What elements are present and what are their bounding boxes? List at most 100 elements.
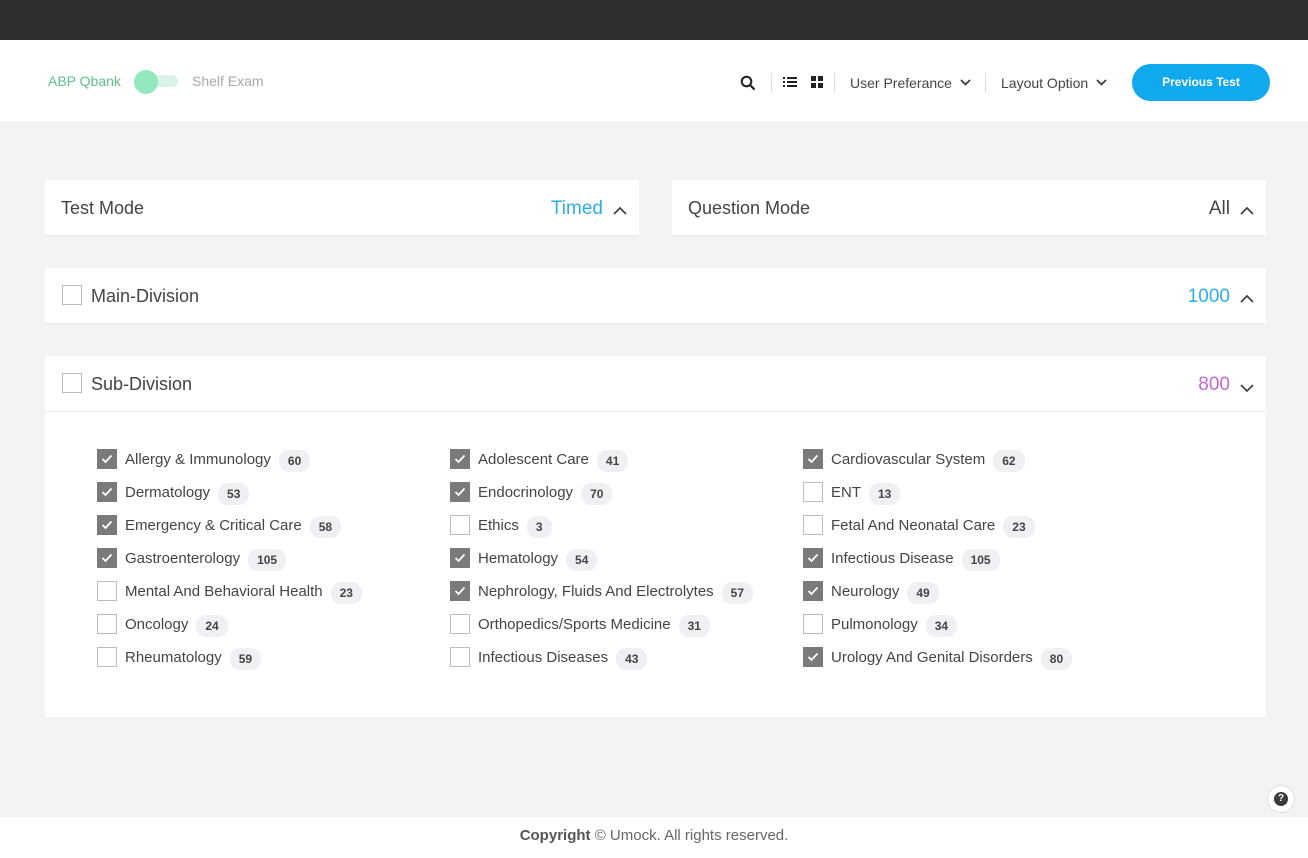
main-division-card[interactable]: Main-Division 1000 [45,268,1266,324]
subdivision-item[interactable]: Pulmonology 34 [803,613,958,637]
subdivision-checkbox[interactable] [97,614,117,634]
main-division-checkbox[interactable] [62,285,82,305]
layout-option-menu[interactable]: Layout Option [1001,73,1107,91]
subdivision-checkbox[interactable] [803,449,823,469]
chevron-down-icon [1096,73,1107,89]
subdivision-checkbox[interactable] [97,449,117,469]
subdivision-checkbox[interactable] [803,482,823,502]
layout-option-label: Layout Option [1001,75,1089,91]
checkmark-icon [101,520,113,530]
divider [834,73,835,93]
subdivision-count-badge: 60 [278,449,311,472]
subdivision-checkbox[interactable] [450,449,470,469]
grid-view-icon[interactable] [811,75,823,93]
subdivision-item[interactable]: Ethics 3 [450,514,552,538]
divider [985,73,986,93]
subdivision-item[interactable]: Nephrology, Fluids And Electrolytes 57 [450,580,754,604]
previous-test-button[interactable]: Previous Test [1132,64,1270,101]
chevron-up-icon[interactable] [613,202,627,220]
header: ABP Qbank Shelf Exam User Preferance Lay… [0,40,1308,121]
subdivision-item[interactable]: Infectious Disease 105 [803,547,1000,571]
subdivision-item[interactable]: ENT 13 [803,481,901,505]
subdivision-item[interactable]: Rheumatology 59 [97,646,262,670]
subdivision-item[interactable]: Infectious Diseases 43 [450,646,648,670]
subdivision-item[interactable]: Urology And Genital Disorders 80 [803,646,1073,670]
checkmark-icon [807,586,819,596]
subdivision-item[interactable]: Oncology 24 [97,613,228,637]
subdivision-checkbox[interactable] [803,515,823,535]
subdivision-label: Infectious Disease [831,549,954,567]
user-preference-menu[interactable]: User Preferance [850,73,971,91]
subdivision-checkbox[interactable] [97,581,117,601]
subdivision-item[interactable]: Emergency & Critical Care 58 [97,514,342,538]
checkmark-icon [807,454,819,464]
subdivision-checkbox[interactable] [803,614,823,634]
subdivision-label: Dermatology [125,483,211,501]
subdivision-item[interactable]: Neurology 49 [803,580,939,604]
subdivision-checkbox[interactable] [97,482,117,502]
subdivision-checkbox[interactable] [97,548,117,568]
subdivision-checkbox[interactable] [450,647,470,667]
chevron-down-icon[interactable] [1240,380,1254,398]
subdivision-count-badge: 3 [526,515,552,538]
checkmark-icon [807,652,819,662]
help-button[interactable]: ? [1267,785,1295,813]
user-preference-label: User Preferance [850,75,952,91]
subdivision-item[interactable]: Adolescent Care 41 [450,448,629,472]
subdivision-checkbox[interactable] [803,548,823,568]
subdivision-item[interactable]: Dermatology 53 [97,481,250,505]
subdivision-checkbox[interactable] [450,482,470,502]
test-mode-card[interactable]: Test Mode Timed [45,180,639,236]
question-mode-card[interactable]: Question Mode All [672,180,1266,236]
subdivision-checkbox[interactable] [450,548,470,568]
subdivision-item[interactable]: Allergy & Immunology 60 [97,448,311,472]
chevron-up-icon[interactable] [1240,202,1254,220]
subdivision-count-badge: 41 [596,449,629,472]
toggle-left-label: ABP Qbank [48,73,121,89]
subdivision-checkbox[interactable] [450,581,470,601]
checkmark-icon [454,487,466,497]
subdivision-item[interactable]: Fetal And Neonatal Care 23 [803,514,1035,538]
subdivision-label: ENT [831,483,861,501]
subdivision-label: Cardiovascular System [831,450,986,468]
sub-division-card[interactable]: Sub-Division 800 [45,356,1266,412]
subdivision-count-badge: 31 [678,614,710,637]
subdivision-item[interactable]: Cardiovascular System 62 [803,448,1025,472]
qbank-mode-toggle[interactable] [134,70,178,94]
subdivision-count-badge: 80 [1040,647,1073,670]
divider [771,73,772,93]
test-mode-value: Timed [550,198,603,219]
subdivision-item[interactable]: Endocrinology 70 [450,481,613,505]
subdivision-label: Hematology [478,549,559,567]
subdivision-count-badge: 54 [566,548,598,571]
subdivision-checkbox[interactable] [450,614,470,634]
subdivision-item[interactable]: Gastroenterology 105 [97,547,287,571]
sub-division-count: 800 [1198,374,1230,395]
checkmark-icon [101,454,113,464]
copyright-label: Copyright [519,827,591,844]
subdivision-item[interactable]: Mental And Behavioral Health 23 [97,580,362,604]
sub-division-checkbox[interactable] [62,373,82,393]
subdivision-count-badge: 105 [961,548,1000,571]
search-icon[interactable] [740,75,756,96]
subdivision-checkbox[interactable] [803,647,823,667]
main-division-title: Main-Division [91,286,200,306]
subdivision-item[interactable]: Hematology 54 [450,547,598,571]
subdivision-count-badge: 105 [248,548,287,571]
subdivision-count-badge: 23 [330,581,362,604]
subdivision-label: Allergy & Immunology [125,450,271,468]
subdivision-checkbox[interactable] [97,647,117,667]
subdivision-item[interactable]: Orthopedics/Sports Medicine 31 [450,613,710,637]
subdivision-count-badge: 24 [196,614,228,637]
chevron-up-icon[interactable] [1240,290,1254,308]
subdivision-label: Endocrinology [478,483,574,501]
list-view-icon[interactable] [783,75,797,93]
subdivision-label: Mental And Behavioral Health [125,582,323,600]
toggle-knob [134,70,158,94]
subdivision-label: Ethics [478,516,519,534]
subdivision-checkbox[interactable] [97,515,117,535]
subdivision-checkbox[interactable] [803,581,823,601]
checkmark-icon [454,553,466,563]
subdivision-checkbox[interactable] [450,515,470,535]
subdivision-count-badge: 34 [925,614,958,637]
